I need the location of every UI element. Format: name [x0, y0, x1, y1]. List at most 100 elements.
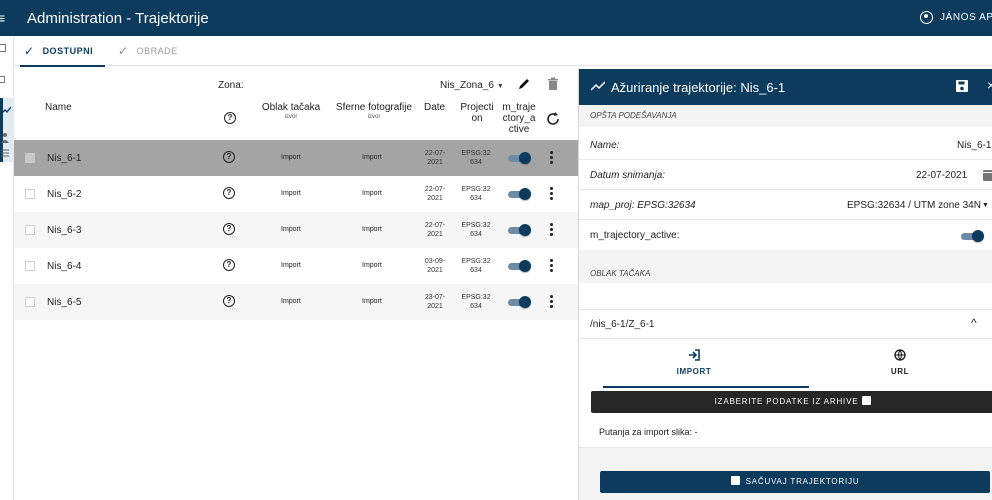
row-checkbox[interactable]: [25, 225, 35, 235]
refresh-icon[interactable]: [545, 111, 561, 127]
active-toggle[interactable]: [508, 188, 532, 200]
row-projection: EPSG:32 634: [458, 221, 494, 239]
panel-title: Ažuriranje trajektorije: Nis_6-1: [611, 80, 786, 95]
col-active[interactable]: m_traje ctory_a ctive: [499, 102, 539, 135]
row-name: Nis_6-1: [47, 153, 82, 164]
field-active[interactable]: m_trajectory_active:: [579, 221, 992, 250]
chevron-down-icon[interactable]: ▼: [982, 202, 989, 209]
double-check-icon: ✓: [24, 44, 35, 58]
tab-import-label: IMPORT: [676, 367, 712, 376]
epsg-part: 634: [470, 231, 482, 238]
date-part: 2021: [427, 303, 443, 310]
oblak-import[interactable]: Import: [281, 226, 301, 233]
more-vert-icon[interactable]: [550, 259, 554, 273]
row-projection: EPSG:32 634: [458, 185, 494, 203]
row-checkbox[interactable]: [25, 261, 35, 271]
file-icon[interactable]: [0, 44, 6, 52]
oblak-import[interactable]: Import: [281, 154, 301, 161]
rail-active-item[interactable]: [0, 98, 14, 162]
tab-bar: ✓ DOSTUPNI ✓ OBRADE: [14, 36, 992, 67]
edit-trajectory-panel: Ažuriranje trajektorije: Nis_6-1 × OPŠTA…: [578, 69, 992, 500]
date-part: 23-07-: [424, 294, 446, 301]
app-bar: ≡ Administration - Trajektorije JÁNOS AP…: [0, 0, 992, 36]
app-title: Administration - Trajektorije: [27, 10, 209, 27]
more-vert-icon[interactable]: [550, 223, 554, 237]
active-toggle[interactable]: [508, 260, 532, 272]
sferne-import[interactable]: Import: [362, 154, 382, 161]
tab-import[interactable]: IMPORT: [591, 341, 809, 391]
table-row[interactable]: Nis_6-1 ? Import Import 22-07- 2021 EPSG:…: [14, 140, 578, 176]
tab-url[interactable]: URL: [797, 341, 992, 391]
help-icon[interactable]: ?: [223, 295, 235, 307]
active-toggle[interactable]: [508, 296, 532, 308]
floppy-icon: [730, 476, 740, 485]
row-checkbox[interactable]: [25, 189, 35, 199]
more-vert-icon[interactable]: [550, 187, 554, 201]
active-toggle[interactable]: [508, 224, 532, 236]
field-name[interactable]: Name: Nis_6-1: [579, 131, 992, 160]
chevron-up-icon[interactable]: ^: [971, 316, 977, 330]
import-path: Putanja za import slika: -: [599, 427, 698, 437]
sferne-import[interactable]: Import: [362, 298, 382, 305]
projection-value[interactable]: EPSG:32634 / UTM zone 34N: [847, 200, 981, 211]
table-row[interactable]: Nis_6-3 ? Import Import 22-07- 2021 EPSG:…: [14, 212, 578, 248]
sferne-import[interactable]: Import: [362, 226, 382, 233]
epsg-part: 634: [470, 303, 482, 310]
more-vert-icon[interactable]: [550, 295, 554, 309]
table-row[interactable]: Nis_6-5 ? Import Import 23-07- 2021 EPSG:…: [14, 284, 578, 320]
date-part: 03-09-: [424, 258, 446, 265]
row-projection: EPSG:32 634: [458, 149, 494, 167]
field-date[interactable]: Datum snimanja: 22-07-2021: [579, 161, 992, 190]
save-trajectory-button[interactable]: SAČUVAJ TRAJEKTORIJU: [600, 471, 990, 493]
trash-icon[interactable]: [546, 76, 560, 92]
menu-icon[interactable]: ≡: [0, 10, 5, 26]
table-row[interactable]: Nis_6-2 ? Import Import 22-07- 2021 EPSG:…: [14, 176, 578, 212]
close-icon[interactable]: ×: [987, 77, 992, 93]
oblak-import[interactable]: Import: [281, 190, 301, 197]
active-toggle[interactable]: [508, 152, 532, 164]
col-date[interactable]: Date: [424, 102, 445, 113]
active-toggle[interactable]: [961, 230, 985, 242]
epsg-part: 634: [470, 159, 482, 166]
date-label: Datum snimanja:: [590, 170, 666, 181]
date-part: 22-07-: [424, 222, 446, 229]
calendar-icon[interactable]: [983, 170, 992, 181]
more-vert-icon[interactable]: [550, 151, 554, 165]
choose-archive-button[interactable]: IZABERITE PODATKE IZ ARHIVE: [591, 391, 992, 413]
section-cloud: OBLAK TAČAKA: [579, 250, 992, 283]
zona-label: Zona:: [218, 80, 244, 91]
date-value[interactable]: 22-07-2021: [916, 170, 967, 181]
row-date: 22-07- 2021: [422, 221, 448, 239]
help-icon[interactable]: ?: [223, 223, 235, 235]
sferne-import[interactable]: Import: [362, 190, 382, 197]
trending-icon: [591, 81, 605, 91]
help-icon[interactable]: ?: [223, 259, 235, 271]
oblak-import[interactable]: Import: [281, 262, 301, 269]
help-icon[interactable]: ?: [223, 151, 235, 163]
table-row[interactable]: Nis_6-4 ? Import Import 03-09- 2021 EPSG:…: [14, 248, 578, 284]
help-icon[interactable]: ?: [223, 187, 235, 199]
pencil-icon[interactable]: [517, 76, 531, 92]
col-oblak[interactable]: Oblak tačaka izvor: [261, 102, 321, 122]
cloud-path: /nis_6-1/Z_6-1: [590, 319, 655, 330]
help-icon: ?: [224, 112, 236, 124]
zona-select[interactable]: Nis_Zona_6 ▼: [440, 80, 504, 91]
col-name[interactable]: Name: [45, 102, 72, 113]
row-checkbox[interactable]: [25, 297, 35, 307]
tab-obrade[interactable]: ✓ OBRADE: [118, 36, 178, 66]
document-icon[interactable]: [0, 76, 5, 83]
row-checkbox[interactable]: [25, 153, 35, 163]
date-part: 2021: [427, 231, 443, 238]
col-oblak-label: Oblak tačaka: [261, 102, 321, 113]
list-icon: [1, 149, 9, 157]
col-projection[interactable]: Projecti on: [458, 102, 496, 124]
sferne-import[interactable]: Import: [362, 262, 382, 269]
name-value[interactable]: Nis_6-1: [957, 140, 991, 151]
col-sferne[interactable]: Sferne fotografije izvor: [334, 102, 414, 122]
user-menu[interactable]: JÁNOS APR: [920, 11, 992, 24]
tab-dostupni[interactable]: ✓ DOSTUPNI: [19, 36, 106, 67]
save-icon[interactable]: [955, 79, 969, 93]
oblak-import[interactable]: Import: [281, 298, 301, 305]
cloud-path-row[interactable]: /nis_6-1/Z_6-1 ^: [579, 309, 992, 339]
field-projection[interactable]: map_proj: EPSG:32634 EPSG:32634 / UTM zo…: [579, 191, 992, 220]
